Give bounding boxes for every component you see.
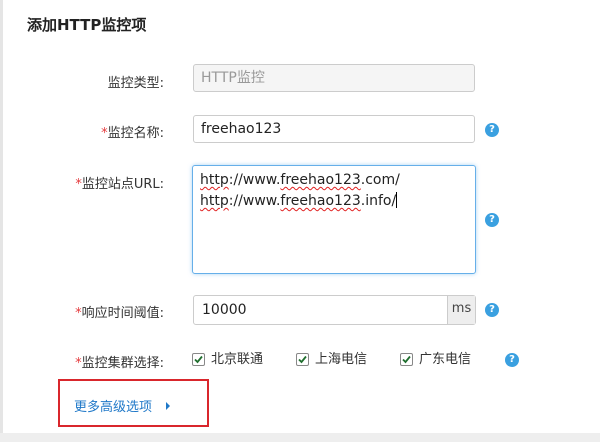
monitor-type-field: HTTP监控: [193, 64, 475, 92]
monitor-name-label-text: 监控名称:: [107, 126, 164, 141]
check-icon: [402, 355, 411, 364]
advanced-options-link[interactable]: 更多高级选项: [74, 396, 152, 415]
cluster-option-label: 上海电信: [315, 352, 368, 367]
advanced-options-highlight: 更多高级选项: [58, 379, 209, 427]
checkbox[interactable]: [192, 353, 205, 366]
check-icon: [298, 355, 307, 364]
monitor-name-label: *监控名称:: [101, 122, 164, 141]
url-scheme: http: [200, 193, 229, 209]
caret-right-icon[interactable]: [166, 402, 170, 410]
monitor-url-label-text: 监控站点URL:: [81, 177, 164, 192]
monitor-type-label: 监控类型:: [108, 72, 164, 91]
page-title: 添加HTTP监控项: [27, 16, 147, 34]
threshold-unit-addon: ms: [447, 296, 475, 324]
checkbox[interactable]: [400, 353, 413, 366]
monitor-url-label: *监控站点URL:: [75, 173, 164, 192]
url-domain: freehao123: [280, 193, 361, 209]
threshold-label-text: 响应时间阈值:: [81, 306, 164, 321]
url-scheme: http: [200, 172, 229, 188]
threshold-label: *响应时间阈值:: [75, 302, 164, 321]
check-icon: [194, 355, 203, 364]
threshold-input-group[interactable]: 10000 ms: [193, 295, 476, 325]
url-line: http://www.freehao123.info/: [200, 191, 468, 212]
help-glyph: ?: [489, 124, 495, 135]
monitor-url-textarea[interactable]: http://www.freehao123.com/ http://www.fr…: [192, 165, 476, 274]
bottom-bar: [0, 433, 600, 442]
cluster-label-text: 监控集群选择:: [81, 356, 164, 371]
url-tail: .info/: [360, 193, 397, 209]
cluster-option-label: 北京联通: [211, 352, 264, 367]
help-question-icon[interactable]: ?: [485, 123, 499, 137]
cluster-option-label: 广东电信: [419, 352, 472, 367]
text-caret: [396, 192, 398, 208]
url-tail: .com/: [360, 172, 400, 188]
url-rest: ://www.: [228, 193, 281, 209]
monitor-name-input[interactable]: freehao123: [193, 115, 475, 143]
help-question-icon[interactable]: ?: [485, 213, 499, 227]
url-rest: ://www.: [228, 172, 281, 188]
checkbox[interactable]: [296, 353, 309, 366]
cluster-label: *监控集群选择:: [75, 352, 164, 371]
monitor-name-value: freehao123: [201, 121, 282, 137]
help-glyph: ?: [489, 214, 495, 225]
help-glyph: ?: [489, 304, 495, 315]
help-question-icon[interactable]: ?: [505, 353, 519, 367]
help-question-icon[interactable]: ?: [485, 303, 499, 317]
monitor-type-label-text: 监控类型:: [107, 76, 164, 91]
help-glyph: ?: [509, 354, 515, 365]
threshold-value: 10000: [202, 302, 247, 318]
url-domain: freehao123: [280, 172, 361, 188]
url-line: http://www.freehao123.com/: [200, 170, 468, 191]
left-border: [0, 0, 3, 442]
monitor-type-value: HTTP监控: [201, 70, 265, 86]
